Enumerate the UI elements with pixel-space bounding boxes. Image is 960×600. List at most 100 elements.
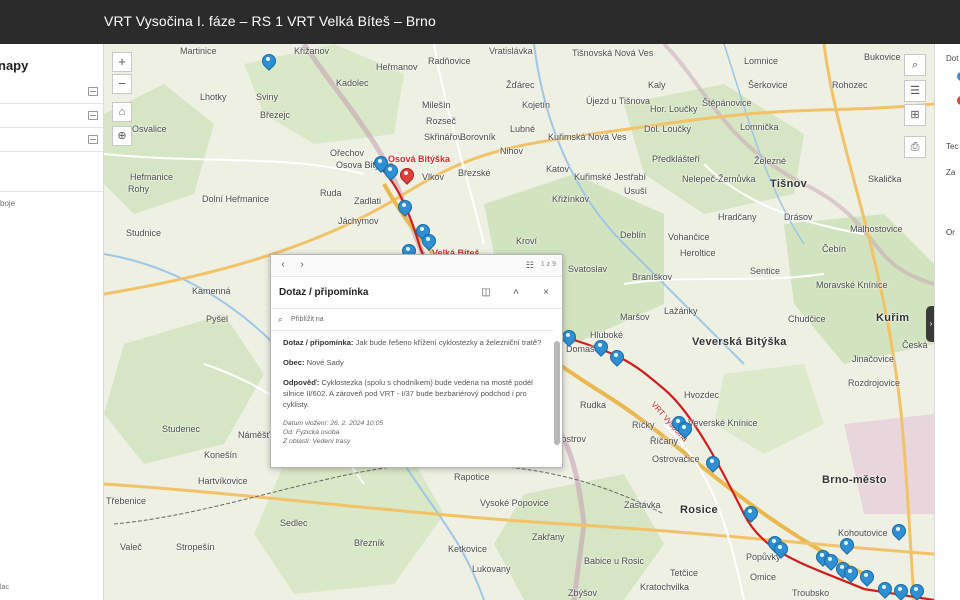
zoom-to-action[interactable]: ⌕ Přiblížit na bbox=[271, 309, 553, 331]
map-place-label: Březejc bbox=[260, 110, 291, 120]
comment-marker[interactable] bbox=[774, 542, 786, 557]
map-place-label: Železné bbox=[754, 156, 787, 166]
map-place-label: Malhostovice bbox=[850, 224, 903, 234]
comment-marker[interactable] bbox=[610, 350, 622, 365]
map-place-label: Lomnice bbox=[744, 56, 779, 66]
map-place-label: Omice bbox=[750, 572, 777, 582]
layers-button[interactable]: ☰ bbox=[904, 80, 926, 102]
home-button[interactable]: ⌂ bbox=[112, 102, 132, 122]
map-place-label: Křižínkov bbox=[552, 194, 590, 204]
map-place-label: Svatoslav bbox=[568, 264, 608, 274]
layer-row[interactable] bbox=[0, 168, 103, 192]
field-value: Jak bude řešeno křížení cyklostezky a že… bbox=[355, 338, 542, 347]
map-place-label: Kuřimská Nová Ves bbox=[548, 132, 627, 142]
map-place-label: Sentice bbox=[750, 266, 781, 276]
map-place-label: Hartvíkovice bbox=[198, 476, 248, 486]
comment-marker[interactable] bbox=[910, 584, 922, 599]
map-place-label: Křižanov bbox=[294, 46, 330, 56]
map-place-label: Veverská Bitýška bbox=[692, 336, 787, 348]
comment-marker[interactable] bbox=[594, 340, 606, 355]
map-place-label: Moravské Knínice bbox=[816, 280, 888, 290]
map-place-label: Nelepeč-Žernůvka bbox=[682, 174, 756, 184]
comment-marker[interactable] bbox=[894, 584, 906, 599]
map-place-label: Kohoutovice bbox=[838, 528, 888, 538]
close-icon: × bbox=[543, 287, 549, 298]
search-button[interactable]: ⌕ bbox=[904, 54, 926, 76]
meta-area: Z oblasti: Vedení trasy bbox=[283, 437, 545, 446]
map-place-label: Heřmanov bbox=[376, 62, 418, 72]
right-panel-label: Za bbox=[946, 168, 956, 177]
map-place-label: Rohozec bbox=[832, 80, 868, 90]
map-place-label: Troubsko bbox=[792, 588, 830, 598]
field-municipality: Obec: Nové Sady bbox=[283, 357, 545, 368]
feature-count: 1 z 9 bbox=[540, 261, 556, 268]
comment-marker[interactable] bbox=[398, 200, 410, 215]
comment-marker[interactable] bbox=[384, 164, 396, 179]
print-button[interactable]: ⎙ bbox=[904, 136, 926, 158]
right-panel-label: Tec bbox=[946, 142, 959, 151]
layer-row[interactable] bbox=[0, 128, 103, 152]
map-place-label: Újezd u Tišnova bbox=[586, 96, 651, 106]
previous-feature-button[interactable]: ‹ bbox=[276, 258, 290, 272]
comment-marker[interactable] bbox=[422, 234, 434, 249]
layer-row[interactable] bbox=[0, 80, 103, 104]
map-place-label: Stropešín bbox=[176, 542, 215, 552]
map-place-label: Ruda bbox=[320, 188, 342, 198]
close-button[interactable]: × bbox=[539, 286, 553, 300]
basemap-button[interactable]: ⊞ bbox=[904, 104, 926, 126]
layer-row[interactable] bbox=[0, 104, 103, 128]
feature-list-icon[interactable]: ☷ bbox=[526, 260, 534, 271]
map-place-label: Štěpánovice bbox=[702, 98, 752, 108]
map-place-label: Ostrovačice bbox=[652, 454, 700, 464]
next-feature-button[interactable]: › bbox=[295, 258, 309, 272]
map-place-label: Vohančice bbox=[668, 232, 710, 242]
map-place-label: Zbýšov bbox=[568, 588, 598, 598]
layer-toggle-icon[interactable] bbox=[88, 111, 98, 120]
map-place-label: Kratochvilka bbox=[640, 582, 690, 592]
comment-marker[interactable] bbox=[844, 566, 856, 581]
comment-marker[interactable] bbox=[840, 538, 852, 553]
comment-marker[interactable] bbox=[860, 570, 872, 585]
comment-marker[interactable] bbox=[706, 456, 718, 471]
dock-button[interactable]: ◫ bbox=[479, 286, 493, 300]
comment-marker[interactable] bbox=[878, 582, 890, 597]
map-place-label: Tetčice bbox=[670, 568, 699, 578]
map-place-label: Veverské Knínice bbox=[688, 418, 758, 428]
map-place-label: Maršov bbox=[620, 312, 650, 322]
map-place-label: Říčany bbox=[650, 436, 679, 446]
meta-label: Od: bbox=[283, 429, 294, 436]
map-place-label: Nihov bbox=[500, 146, 524, 156]
map-place-label: Třebenice bbox=[106, 496, 147, 506]
zoom-to-icon: ⌕ bbox=[278, 314, 284, 324]
map-place-label: Babice u Rosic bbox=[584, 556, 645, 566]
zoom-in-button[interactable]: + bbox=[112, 52, 132, 72]
meta-label: Z oblasti: bbox=[283, 438, 311, 445]
comment-marker[interactable] bbox=[892, 524, 904, 539]
feature-popup[interactable]: ‹ › ☷ 1 z 9 Dotaz / připomínka ◫ ˄ × ⌕ P… bbox=[270, 254, 563, 468]
popup-scrollbar[interactable] bbox=[554, 341, 560, 445]
map-place-label: Jinačovice bbox=[852, 354, 895, 364]
zoom-out-button[interactable]: − bbox=[112, 74, 132, 94]
map-place-label: Kuřimské Jestřabí bbox=[574, 172, 647, 182]
comment-marker[interactable] bbox=[262, 54, 274, 69]
map-place-label: Brno-město bbox=[822, 474, 887, 486]
collapse-button[interactable]: ˄ bbox=[509, 286, 523, 300]
left-panel: napy boje lac bbox=[0, 44, 104, 600]
comment-marker[interactable] bbox=[678, 422, 690, 437]
search-icon: ⌕ bbox=[911, 59, 919, 71]
map-place-label: Rudka bbox=[580, 400, 607, 410]
map-place-label: Lukovany bbox=[472, 564, 511, 574]
chevron-right-icon: › bbox=[929, 319, 933, 328]
comment-marker[interactable] bbox=[744, 506, 756, 521]
comment-marker-selected[interactable] bbox=[400, 168, 412, 183]
comment-marker[interactable] bbox=[562, 330, 574, 345]
locate-button[interactable]: ⊕ bbox=[112, 126, 132, 146]
comment-marker[interactable] bbox=[824, 554, 836, 569]
left-panel-footer: lac bbox=[0, 584, 9, 591]
map-place-label: Kadolec bbox=[336, 78, 369, 88]
app-title: VRT Vysočina I. fáze – RS 1 VRT Velká Bí… bbox=[104, 13, 436, 29]
layer-toggle-icon[interactable] bbox=[88, 135, 98, 144]
layer-toggle-icon[interactable] bbox=[88, 87, 98, 96]
field-label: Odpověď: bbox=[283, 378, 320, 387]
right-panel-label: Or bbox=[946, 228, 955, 237]
